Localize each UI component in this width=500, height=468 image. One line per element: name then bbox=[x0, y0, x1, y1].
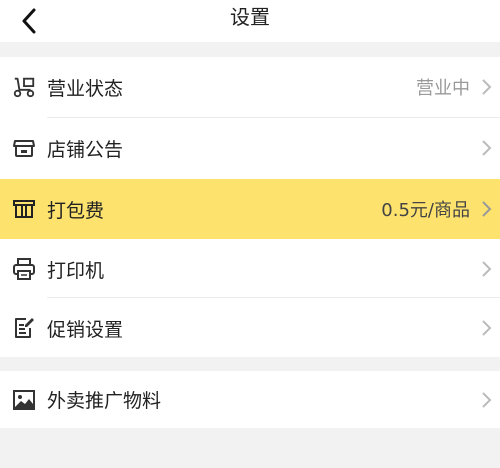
storefront-icon bbox=[12, 136, 36, 160]
row-label: 打印机 bbox=[47, 259, 105, 282]
row-label: 店铺公告 bbox=[47, 138, 124, 161]
page-title: 设置 bbox=[230, 5, 270, 29]
chevron-right-icon bbox=[482, 320, 492, 336]
navigation-bar: 设置 bbox=[0, 0, 500, 42]
scooter-icon bbox=[12, 75, 36, 99]
chevron-right-icon bbox=[482, 140, 492, 156]
chevron-right-icon bbox=[482, 261, 492, 277]
row-store-notice[interactable]: 店铺公告 bbox=[0, 118, 500, 178]
row-delivery-promo-materials[interactable]: 外卖推广物料 bbox=[0, 371, 500, 428]
row-label: 营业状态 bbox=[47, 77, 124, 100]
row-value: 营业中 bbox=[416, 78, 470, 99]
row-promotion-settings[interactable]: 促销设置 bbox=[0, 298, 500, 358]
row-label: 外卖推广物料 bbox=[47, 390, 162, 412]
settings-group-promo: 外卖推广物料 bbox=[0, 371, 500, 428]
image-icon bbox=[12, 388, 36, 412]
printer-icon bbox=[12, 257, 36, 281]
row-label: 打包费 bbox=[47, 199, 105, 222]
row-packaging-fee[interactable]: 打包费 0.5元/商品 bbox=[0, 179, 500, 239]
settings-group-main: 营业状态 营业中 店铺公告 打包费 0.5元/商品 打印机 促销设置 bbox=[0, 57, 500, 357]
row-label: 促销设置 bbox=[47, 318, 124, 341]
row-business-status[interactable]: 营业状态 营业中 bbox=[0, 57, 500, 117]
row-value: 0.5元/商品 bbox=[381, 200, 470, 221]
chevron-right-icon bbox=[482, 391, 492, 408]
chevron-right-icon bbox=[482, 79, 492, 95]
package-icon bbox=[12, 197, 36, 221]
row-printer[interactable]: 打印机 bbox=[0, 239, 500, 299]
edit-doc-icon bbox=[12, 316, 36, 340]
chevron-right-icon bbox=[482, 201, 492, 217]
